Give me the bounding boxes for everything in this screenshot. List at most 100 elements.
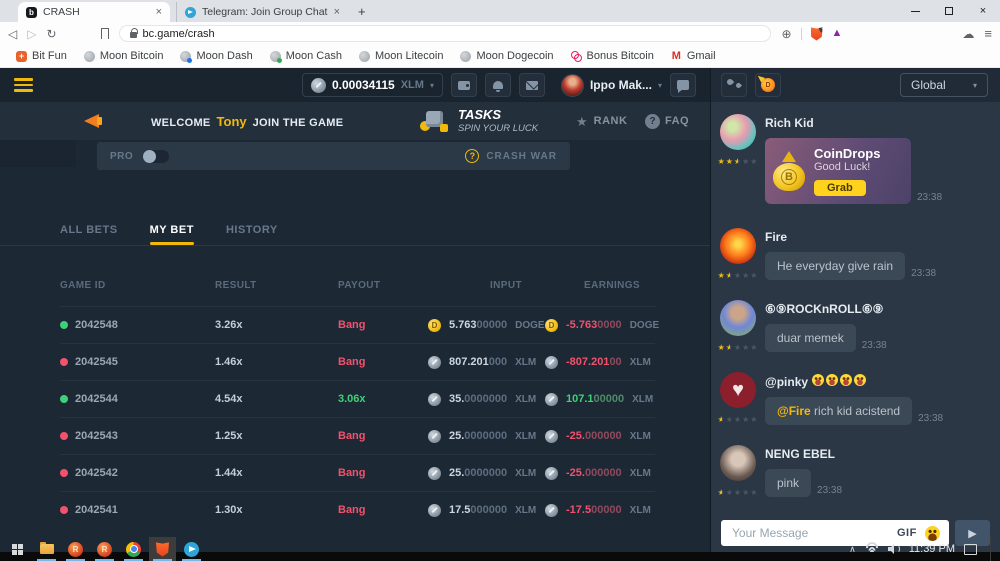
tab-crash[interactable]: b CRASH ×	[18, 2, 170, 22]
taskbar-telegram[interactable]	[178, 537, 205, 561]
bookmark-moon-dash[interactable]: Moon Dash	[180, 50, 252, 62]
new-tab-button[interactable]: +	[358, 4, 366, 22]
timestamp: 23:38	[917, 192, 942, 204]
money-bag-icon	[773, 151, 805, 191]
browser-menu-icon[interactable]: ≡	[984, 26, 992, 41]
coindrop-fire-button[interactable]: D	[755, 73, 781, 97]
notification-center-icon[interactable]	[964, 544, 977, 555]
menu-hamburger-icon[interactable]	[14, 78, 33, 92]
rank-button[interactable]: ★ RANK	[576, 115, 627, 128]
chat-message: ★★★★★★★★★★ NENG EBEL pink 23:38	[719, 445, 990, 497]
earnings-coin-icon	[545, 430, 558, 443]
pro-label: PRO	[110, 151, 133, 162]
wifi-icon[interactable]	[865, 544, 879, 554]
game-id: 2042543	[75, 430, 118, 442]
tab-close-icon[interactable]: ×	[334, 7, 340, 18]
bets-tabs: ALL BETS MY BET HISTORY	[0, 214, 710, 246]
rain-button[interactable]	[721, 73, 747, 97]
pro-toggle[interactable]	[143, 150, 169, 163]
back-button[interactable]: ◁	[8, 28, 17, 40]
clock[interactable]: 11:39 PM	[909, 543, 955, 555]
tab-history[interactable]: HISTORY	[226, 214, 278, 245]
browser-toolbar: ◁ ▷ ↻ bc.game/crash ⊕ 1 ▲ ☁ ≡	[0, 22, 1000, 45]
crash-war-button[interactable]: ? CRASH WAR	[465, 149, 557, 163]
taskbar-brave[interactable]	[149, 537, 176, 561]
game-id: 2042544	[75, 393, 118, 405]
notifications-button[interactable]	[485, 73, 511, 97]
url-text[interactable]: bc.game/crash	[143, 28, 215, 40]
chat-message: ★★★★★★★★★★ @pinky @Fire rich kid acisten…	[719, 372, 990, 425]
game-id: 2042542	[75, 467, 118, 479]
chat-toggle-button[interactable]	[670, 73, 696, 97]
profile-cloud-icon[interactable]: ☁	[962, 27, 974, 41]
minimize-button[interactable]	[898, 0, 932, 22]
tab-all-bets[interactable]: ALL BETS	[60, 214, 118, 245]
timestamp: 23:38	[911, 268, 936, 280]
bit-fun-icon: +	[16, 51, 27, 62]
table-row: 2042548 3.26x Bang 5.76300000DOGE -5.763…	[60, 306, 655, 343]
bookmark-bit-fun[interactable]: +Bit Fun	[16, 50, 67, 62]
address-bar[interactable]: bc.game/crash	[119, 25, 772, 42]
tab-my-bet[interactable]: MY BET	[150, 214, 194, 245]
brave-shield-icon[interactable]: 1	[811, 27, 823, 41]
table-row: 2042543 1.25x Bang 25.0000000XLM -25.000…	[60, 417, 655, 454]
taskbar-chrome[interactable]	[120, 537, 147, 561]
bookmark-moon-litecoin[interactable]: Moon Litecoin	[359, 50, 444, 62]
gmail-icon: M	[671, 51, 682, 62]
earnings-cell: -5.7630000DOGE	[545, 319, 655, 332]
target-icon[interactable]: ⊕	[781, 27, 791, 41]
messages-button[interactable]	[519, 73, 545, 97]
start-button[interactable]	[4, 537, 31, 561]
taskbar-app-2[interactable]: R	[91, 537, 118, 561]
bookmark-moon-bitcoin[interactable]: Moon Bitcoin	[84, 50, 164, 62]
timestamp: 23:38	[817, 485, 842, 497]
chrome-icon	[126, 542, 141, 557]
coindrops-card: CoinDrops Good Luck! Grab	[765, 138, 911, 204]
bookmark-moon-cash[interactable]: Moon Cash	[270, 50, 342, 62]
user-rating-stars: ★★★★★★★★★★	[718, 344, 759, 352]
tab-telegram[interactable]: Telegram: Join Group Chat ×	[176, 2, 348, 22]
chat-username: NENG EBEL	[765, 447, 990, 461]
bookmark-bonus-bitcoin[interactable]: Bonus Bitcoin	[571, 50, 654, 62]
input-coin-icon	[428, 430, 441, 443]
taskbar-file-explorer[interactable]	[33, 537, 60, 561]
maximize-button[interactable]	[932, 0, 966, 22]
timestamp: 23:38	[918, 413, 943, 425]
window-controls: ×	[898, 0, 1000, 22]
balance-display[interactable]: 0.00034115 XLM ▾	[302, 73, 443, 97]
status-dot	[60, 321, 68, 329]
tasks-button[interactable]: TASKS SPIN YOUR LUCK	[420, 108, 538, 133]
close-button[interactable]: ×	[966, 0, 1000, 22]
tray-expand-icon[interactable]: ∧	[849, 544, 856, 555]
chat-channel-select[interactable]: Global ▾	[900, 73, 988, 97]
moon-dogecoin-icon	[460, 51, 471, 62]
coindrops-title: CoinDrops	[814, 146, 880, 162]
result-value: 1.46x	[215, 356, 338, 368]
bookmark-icon[interactable]	[101, 28, 109, 39]
extension-triangle-icon[interactable]: ▲	[832, 28, 843, 39]
forward-button[interactable]: ▷	[27, 28, 36, 40]
game-id: 2042545	[75, 356, 118, 368]
payout-value: Bang	[338, 319, 366, 331]
bookmark-moon-dogecoin[interactable]: Moon Dogecoin	[460, 50, 553, 62]
faq-button[interactable]: ? FAQ	[645, 114, 689, 129]
tab-close-icon[interactable]: ×	[156, 7, 162, 18]
table-row: 2042541 1.30x Bang 17.5000000XLM -17.500…	[60, 491, 655, 528]
chat-sidebar: D Global ▾ ★★★★★★★★★★ Rich Kid	[710, 68, 1000, 552]
telegram-icon	[184, 542, 199, 557]
wallet-button[interactable]	[451, 73, 477, 97]
show-desktop-button[interactable]	[990, 537, 994, 561]
minimize-icon	[911, 11, 920, 12]
chevron-down-icon[interactable]: ▾	[430, 81, 434, 90]
taskbar-app-1[interactable]: R	[62, 537, 89, 561]
game-id: 2042548	[75, 319, 118, 331]
volume-icon[interactable]	[888, 544, 900, 554]
rain-icon	[727, 79, 741, 91]
moon-dash-icon	[180, 51, 191, 62]
reload-button[interactable]: ↻	[46, 28, 56, 40]
user-menu[interactable]: Ippo Mak... ▾	[561, 74, 662, 97]
grab-button[interactable]: Grab	[814, 180, 866, 196]
input-cell: 25.0000000XLM	[428, 430, 545, 443]
fireball-icon: D	[761, 78, 775, 92]
bookmark-gmail[interactable]: MGmail	[671, 50, 716, 62]
